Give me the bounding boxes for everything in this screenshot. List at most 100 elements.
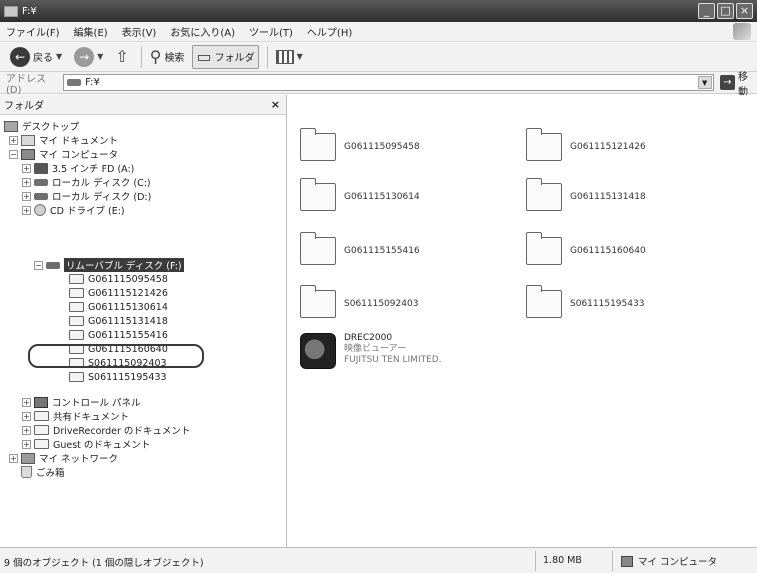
forward-dropdown-icon[interactable]: ▼ <box>97 52 103 61</box>
status-separator <box>612 551 613 571</box>
menu-favorites[interactable]: お気に入り(A) <box>170 24 235 39</box>
folders-icon: ▭ <box>196 47 212 66</box>
menu-view[interactable]: 表示(V) <box>122 24 157 39</box>
address-field[interactable]: F:¥ ▼ <box>63 74 714 91</box>
tree-item-control-panel[interactable]: + コントロール パネル <box>22 395 141 409</box>
tree-item-folder[interactable]: G061115095458 <box>69 272 168 286</box>
back-dropdown-icon[interactable]: ▼ <box>56 52 62 61</box>
go-label: 移動 <box>737 71 748 98</box>
folder-item-label: G061115155416 <box>344 246 420 256</box>
maximize-button[interactable]: □ <box>717 3 734 19</box>
tree-item-label: デスクトップ <box>22 122 80 133</box>
tree-item-folder[interactable]: S061115195433 <box>69 370 167 384</box>
up-folder-icon: ⇧ <box>115 47 129 66</box>
tree-item-my-network[interactable]: + マイ ネットワーク <box>9 451 118 465</box>
folder-icon <box>69 372 84 382</box>
tree-item-label: G061115155416 <box>88 329 168 341</box>
folder-icon <box>526 178 562 211</box>
tree-item-label: マイ ネットワーク <box>39 454 119 465</box>
close-icon[interactable]: × <box>271 98 280 111</box>
expand-toggle[interactable]: − <box>34 260 43 270</box>
recycle-bin-icon <box>21 466 32 478</box>
tree-item-desktop[interactable]: デスクトップ <box>4 119 79 133</box>
tree-item-label: マイ コンピュータ <box>39 150 119 161</box>
expand-toggle[interactable]: + <box>9 453 18 463</box>
removable-disk-icon <box>67 79 82 86</box>
tree-item-folder[interactable]: G061115121426 <box>69 286 168 300</box>
tree-item-floppy[interactable]: + 3.5 インチ FD (A:) <box>22 161 134 175</box>
tree-item-my-documents[interactable]: + マイ ドキュメント <box>9 133 118 147</box>
forward-button[interactable]: → ▼ <box>70 45 107 69</box>
expand-toggle[interactable]: + <box>22 163 31 173</box>
folder-item[interactable]: G061115130614 <box>300 178 420 211</box>
tree-item-local-disk-c[interactable]: + ローカル ディスク (C:) <box>22 175 151 189</box>
expand-toggle[interactable]: + <box>22 411 31 421</box>
back-button[interactable]: ← 戻る ▼ <box>6 45 66 69</box>
menu-edit[interactable]: 編集(E) <box>74 24 108 39</box>
tree-item-label: コントロール パネル <box>52 398 141 409</box>
folder-icon <box>34 425 49 435</box>
folder-pane: フォルダ × デスクトップ + マイ ドキュメント − マイ コンピュータ + … <box>0 95 287 547</box>
close-button[interactable]: × <box>736 3 753 19</box>
go-button[interactable]: → 移動 <box>719 68 757 98</box>
tree-item-local-disk-d[interactable]: + ローカル ディスク (D:) <box>22 189 151 203</box>
expand-toggle[interactable]: + <box>22 425 31 435</box>
folder-icon <box>300 128 336 161</box>
tree-item-recycle-bin[interactable]: ごみ箱 <box>21 465 65 479</box>
forward-arrow-icon: → <box>74 46 95 67</box>
expand-toggle[interactable]: + <box>22 397 31 407</box>
title-bar: F:¥ _ □ × <box>0 0 757 22</box>
views-icon <box>275 49 294 64</box>
views-button[interactable]: ▼ <box>272 45 307 69</box>
tree-item-guest-documents[interactable]: + Guest のドキュメント <box>22 437 150 451</box>
address-dropdown-icon[interactable]: ▼ <box>697 76 712 89</box>
menu-file[interactable]: ファイル(F) <box>6 24 60 39</box>
tree-item-label: S061115195433 <box>88 371 167 383</box>
folder-item[interactable]: G061115155416 <box>300 232 420 265</box>
folder-icon <box>34 439 49 449</box>
tree-item-label: G061115121426 <box>88 287 168 299</box>
tree-item-label: CD ドライブ (E:) <box>50 206 125 217</box>
tree-item-folder[interactable]: G061115130614 <box>69 300 168 314</box>
folder-item[interactable]: G061115121426 <box>526 128 646 161</box>
tree-item-cd-drive[interactable]: + CD ドライブ (E:) <box>22 203 125 217</box>
expand-toggle[interactable]: + <box>22 191 31 201</box>
hard-disk-icon <box>34 192 48 200</box>
windows-logo-icon <box>733 23 751 40</box>
tree-item-shared-documents[interactable]: + 共有ドキュメント <box>22 409 129 423</box>
menu-help[interactable]: ヘルプ(H) <box>307 24 352 39</box>
tree-item-folder[interactable]: G061115155416 <box>69 328 168 342</box>
expand-toggle[interactable]: + <box>22 177 31 187</box>
expand-toggle[interactable]: − <box>9 149 18 159</box>
hard-disk-icon <box>34 178 48 186</box>
folder-icon <box>69 288 84 298</box>
folder-item-label: G061115095458 <box>344 142 420 152</box>
up-button[interactable]: ⇧ <box>111 45 132 69</box>
app-item[interactable]: DREC2000 映像ビューアー FUJITSU TEN LIMITED. <box>300 333 442 369</box>
expand-toggle[interactable]: + <box>22 439 31 449</box>
floppy-icon <box>34 162 48 174</box>
views-dropdown-icon[interactable]: ▼ <box>297 52 303 61</box>
tree-item-driverecorder-documents[interactable]: + DriveRecorder のドキュメント <box>22 423 190 437</box>
folder-icon <box>69 302 84 312</box>
toolbar: ← 戻る ▼ → ▼ ⇧ ⚲ 検索 ▭ フォルダ ▼ <box>0 42 757 72</box>
search-button[interactable]: ⚲ 検索 <box>146 45 189 69</box>
folders-button[interactable]: ▭ フォルダ <box>192 44 259 69</box>
app-name: DREC2000 <box>344 333 393 343</box>
minimize-button[interactable]: _ <box>698 3 715 19</box>
folder-item[interactable]: G061115131418 <box>526 178 646 211</box>
folder-item[interactable]: S061115092403 <box>300 285 418 318</box>
folder-icon <box>34 411 49 421</box>
address-label: アドレス(D) <box>6 73 46 96</box>
tree-item-folder[interactable]: G061115131418 <box>69 314 168 328</box>
expand-toggle[interactable]: + <box>9 135 18 145</box>
expand-toggle[interactable]: + <box>22 205 31 215</box>
window-controls: _ □ × <box>698 3 753 19</box>
menu-tools[interactable]: ツール(T) <box>249 24 293 39</box>
folder-item[interactable]: S061115195433 <box>526 285 644 318</box>
tree-item-removable-disk[interactable]: − リムーバブル ディスク (F:) <box>34 258 184 272</box>
folder-item[interactable]: G061115160640 <box>526 232 646 265</box>
folder-pane-title: フォルダ <box>4 101 44 112</box>
tree-item-my-computer[interactable]: − マイ コンピュータ <box>9 147 118 161</box>
folder-item[interactable]: G061115095458 <box>300 128 420 161</box>
